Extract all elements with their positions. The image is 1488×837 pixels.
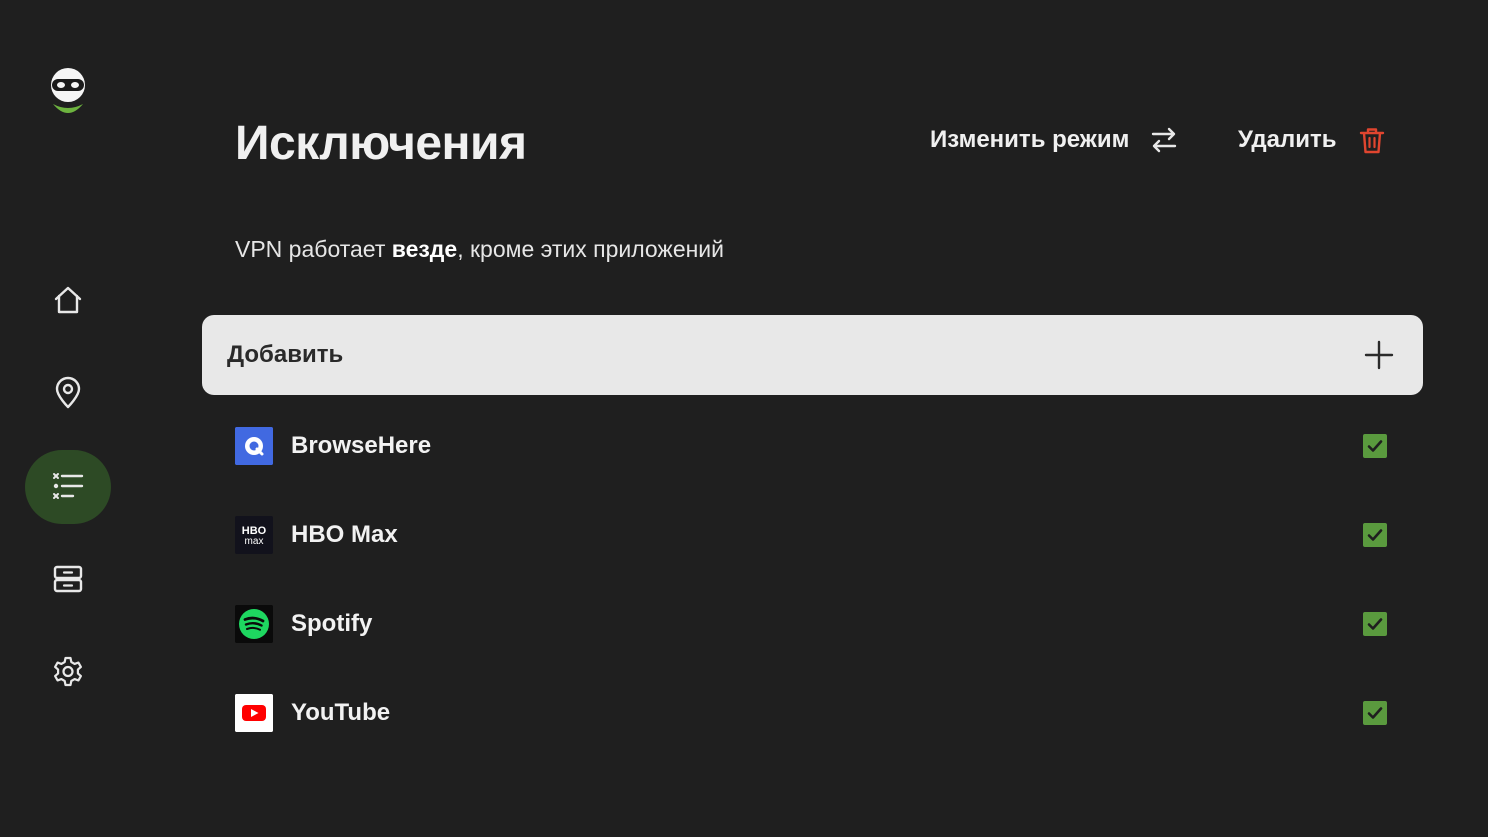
spotify-icon	[235, 605, 273, 643]
app-row-spotify[interactable]: Spotify	[235, 604, 1387, 644]
check-icon	[1367, 529, 1383, 541]
app-name: YouTube	[291, 699, 391, 726]
delete-label: Удалить	[1238, 126, 1337, 153]
server-icon	[53, 565, 83, 593]
delete-button[interactable]: Удалить	[1238, 120, 1387, 160]
add-app-button[interactable]: Добавить	[202, 315, 1423, 395]
app-checkbox[interactable]	[1363, 434, 1387, 458]
home-icon	[54, 286, 82, 314]
swap-arrows-icon	[1152, 127, 1177, 153]
browsehere-icon	[235, 427, 273, 465]
nav-home[interactable]	[25, 263, 111, 337]
mode-description-prefix: VPN работает	[235, 236, 392, 262]
change-mode-button[interactable]: Изменить режим	[930, 120, 1179, 160]
app-name: Spotify	[291, 610, 373, 637]
check-icon	[1367, 440, 1383, 452]
add-app-label: Добавить	[227, 341, 344, 368]
app-checkbox[interactable]	[1363, 523, 1387, 547]
page-title: Исключения	[235, 117, 527, 170]
sidebar	[0, 0, 136, 837]
mode-description-emphasis: везде	[391, 236, 458, 262]
check-icon	[1367, 707, 1383, 719]
gear-icon	[54, 656, 82, 687]
app-name: HBO Max	[291, 521, 398, 548]
app-name: BrowseHere	[291, 432, 432, 459]
change-mode-label: Изменить режим	[930, 126, 1130, 153]
check-icon	[1367, 618, 1383, 630]
svg-text:max: max	[245, 536, 264, 547]
app-checkbox[interactable]	[1363, 701, 1387, 725]
nav-settings[interactable]	[25, 635, 111, 709]
plus-icon	[1364, 340, 1394, 370]
app-row-browsehere[interactable]: BrowseHere	[235, 426, 1387, 466]
mode-description: VPN работает везде, кроме этих приложени…	[235, 236, 724, 263]
nav-locations[interactable]	[25, 356, 111, 430]
app-checkbox[interactable]	[1363, 612, 1387, 636]
nav-servers[interactable]	[25, 542, 111, 616]
hbo-max-icon: HBO max	[235, 516, 273, 554]
checklist-icon	[53, 473, 84, 499]
youtube-icon	[235, 694, 273, 732]
app-row-youtube[interactable]: YouTube	[235, 693, 1387, 733]
nav-exclusions[interactable]	[25, 450, 111, 524]
app-row-hbo-max[interactable]: HBO max HBO Max	[235, 515, 1387, 555]
mode-description-suffix: , кроме этих приложений	[457, 236, 725, 262]
app-logo-icon	[48, 66, 88, 120]
location-pin-icon	[55, 376, 81, 409]
trash-icon	[1359, 128, 1384, 154]
